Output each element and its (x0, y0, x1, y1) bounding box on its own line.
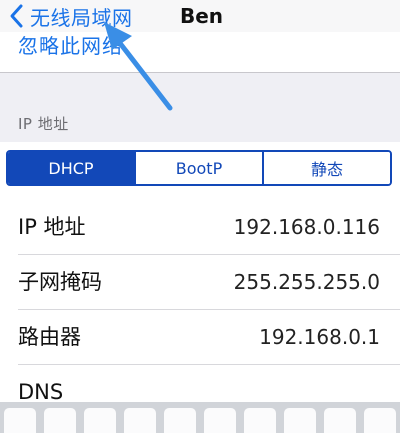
back-button-label: 无线局域网 (30, 5, 133, 30)
segment-dhcp[interactable]: DHCP (8, 152, 136, 184)
keyboard-key[interactable] (204, 408, 236, 433)
row-value: 192.168.0.116 (233, 215, 380, 239)
row-label: 路由器 (18, 325, 81, 349)
list-item-ip-address[interactable]: IP 地址 192.168.0.116 (0, 200, 400, 255)
row-label: IP 地址 (18, 215, 86, 239)
keyboard-key[interactable] (244, 408, 276, 433)
keyboard-key[interactable] (44, 408, 76, 433)
row-value: 255.255.255.0 (233, 270, 380, 294)
list-item-subnet-mask[interactable]: 子网掩码 255.255.255.0 (0, 255, 400, 310)
row-label: 子网掩码 (18, 270, 102, 294)
forget-network-label: 忽略此网络 (18, 34, 123, 58)
chevron-left-icon (10, 4, 23, 28)
keyboard-key[interactable] (124, 408, 156, 433)
keyboard (0, 402, 400, 433)
back-button[interactable]: 无线局域网 (6, 0, 133, 32)
ip-mode-segmented-control: DHCP BootP 静态 (6, 150, 392, 186)
ip-address-section-header: IP 地址 (18, 115, 69, 133)
page-title: Ben (180, 4, 224, 28)
list-item-router[interactable]: 路由器 192.168.0.1 (0, 310, 400, 365)
segmented-control-container: DHCP BootP 静态 (0, 142, 400, 200)
keyboard-key[interactable] (164, 408, 196, 433)
forget-network-cell[interactable]: 忽略此网络 (0, 32, 400, 73)
segment-static[interactable]: 静态 (264, 152, 390, 184)
segment-bootp[interactable]: BootP (136, 152, 264, 184)
ip-settings-list: IP 地址 192.168.0.116 子网掩码 255.255.255.0 路… (0, 200, 400, 433)
navigation-bar: 无线局域网 Ben (0, 0, 400, 32)
keyboard-key[interactable] (284, 408, 316, 433)
keyboard-key[interactable] (364, 408, 396, 433)
row-value: 192.168.0.1 (259, 325, 380, 349)
keyboard-key[interactable] (84, 408, 116, 433)
screen: 无线局域网 Ben 忽略此网络 IP 地址 DHCP BootP 静态 IP 地… (0, 0, 400, 433)
keyboard-key[interactable] (324, 408, 356, 433)
keyboard-key[interactable] (4, 408, 36, 433)
